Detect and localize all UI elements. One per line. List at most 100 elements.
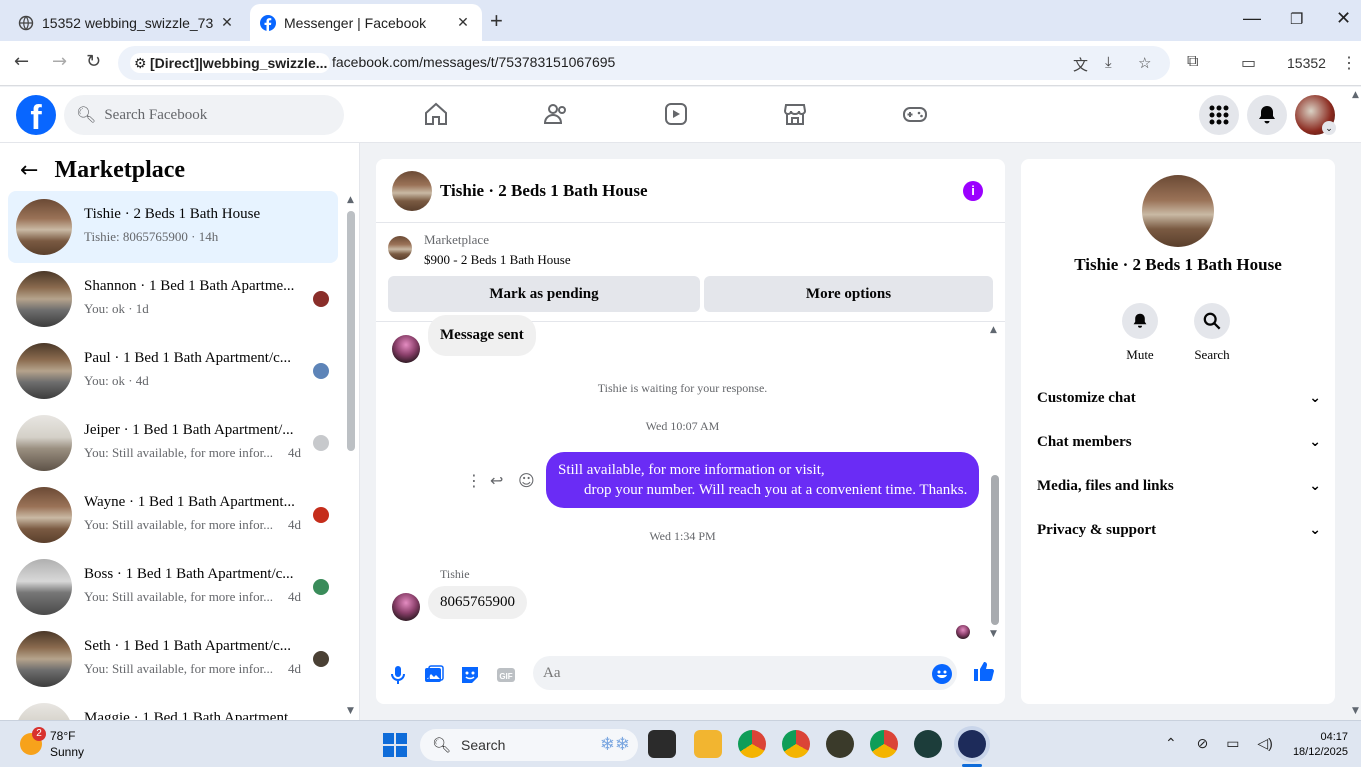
- mark-as-pending-button[interactable]: Mark as pending: [388, 276, 700, 312]
- new-tab-button[interactable]: +: [490, 8, 503, 34]
- menu-grid-icon[interactable]: [1199, 95, 1239, 135]
- react-emoji-icon[interactable]: ☺: [518, 471, 535, 490]
- conversation-time: 4d: [288, 517, 301, 532]
- chrome-icon[interactable]: [738, 730, 766, 758]
- close-tab-icon[interactable]: ✕: [454, 14, 472, 31]
- microphone-icon[interactable]: [387, 664, 409, 686]
- friends-icon[interactable]: [543, 101, 569, 127]
- close-window-icon[interactable]: ✕: [1336, 8, 1351, 29]
- scroll-down-arrow-icon[interactable]: ▼: [990, 629, 997, 639]
- chrome-profile-icon[interactable]: [870, 730, 898, 758]
- scroll-down-arrow-icon[interactable]: ▼: [347, 706, 354, 716]
- bookmark-star-icon[interactable]: ☆: [1138, 54, 1151, 72]
- marketplace-icon[interactable]: [782, 101, 808, 127]
- show-hidden-icons-icon[interactable]: ⌃: [1165, 735, 1177, 751]
- message-input[interactable]: [533, 656, 957, 690]
- chat-members-section[interactable]: Chat members ⌄: [1037, 434, 1321, 462]
- more-actions-icon[interactable]: ⋮: [466, 471, 482, 490]
- chat-avatar[interactable]: [392, 171, 432, 211]
- notifications-bell-icon[interactable]: [1247, 95, 1287, 135]
- bell-icon: [1122, 303, 1158, 339]
- like-thumbs-up-icon[interactable]: [972, 660, 994, 682]
- volume-icon[interactable]: ◁): [1257, 735, 1272, 751]
- page-scroll-up-icon[interactable]: ▲: [1352, 90, 1359, 100]
- listing-title[interactable]: $900 - 2 Beds 1 Bath House: [424, 252, 571, 268]
- conversation-item[interactable]: Jeiper · 1 Bed 1 Bath Apartment/... You:…: [8, 407, 338, 479]
- taskbar-search[interactable]: 🔍︎ Search ❄❄: [420, 729, 638, 761]
- restore-icon[interactable]: ❐: [1290, 10, 1303, 28]
- message-composer: GIF: [376, 656, 1005, 696]
- page-scroll-down-icon[interactable]: ▼: [1352, 706, 1359, 716]
- conversation-name: Jeiper · 1 Bed 1 Bath Apartment/...: [84, 422, 294, 438]
- conversation-list-scrollbar[interactable]: [347, 211, 355, 451]
- conversation-preview: You: ok · 4d: [84, 373, 149, 388]
- tab-active[interactable]: Messenger | Facebook ✕: [250, 4, 482, 41]
- tab-search-icon[interactable]: ▭: [1241, 53, 1256, 73]
- listing-thumbnail: [16, 703, 72, 720]
- search-button[interactable]: Search: [1182, 303, 1242, 363]
- reload-icon[interactable]: ↻: [86, 51, 101, 72]
- back-arrow-icon[interactable]: ←: [20, 158, 38, 183]
- outgoing-message[interactable]: Still available, for more information or…: [546, 452, 980, 508]
- conversation-item[interactable]: Seth · 1 Bed 1 Bath Apartment/c... You: …: [8, 623, 338, 695]
- conversation-item[interactable]: Shannon · 1 Bed 1 Bath Apartme... You: o…: [8, 263, 338, 335]
- site-info-chip[interactable]: ⚙ [Direct]|webbing_swizzle...: [130, 53, 330, 73]
- marketplace-listing-card: Marketplace $900 - 2 Beds 1 Bath House M…: [376, 224, 1005, 322]
- listing-thumbnail: [16, 271, 72, 327]
- file-explorer-icon[interactable]: [694, 730, 722, 758]
- app-icon[interactable]: [826, 730, 854, 758]
- facebook-search-field[interactable]: 🔍︎ Search Facebook: [64, 95, 344, 135]
- customize-chat-section[interactable]: Customize chat ⌄: [1037, 390, 1321, 418]
- read-receipt-avatar: [313, 363, 329, 379]
- more-options-button[interactable]: More options: [704, 276, 993, 312]
- minimize-icon[interactable]: —: [1243, 8, 1261, 29]
- home-icon[interactable]: [423, 101, 449, 127]
- mute-button[interactable]: Mute: [1110, 303, 1170, 363]
- display-icon[interactable]: ▭: [1226, 735, 1239, 751]
- emoji-icon[interactable]: [932, 664, 952, 684]
- clock-time: 04:17: [1320, 731, 1348, 743]
- incoming-message[interactable]: 8065765900: [428, 586, 527, 619]
- sticker-icon[interactable]: [459, 664, 481, 686]
- scroll-up-arrow-icon[interactable]: ▲: [347, 195, 354, 205]
- forward-arrow-icon[interactable]: →: [52, 51, 67, 72]
- scroll-up-arrow-icon[interactable]: ▲: [990, 325, 997, 335]
- privacy-support-section[interactable]: Privacy & support ⌄: [1037, 522, 1321, 550]
- media-files-links-section[interactable]: Media, files and links ⌄: [1037, 478, 1321, 506]
- chat-title[interactable]: Tishie · 2 Beds 1 Bath House: [440, 181, 648, 201]
- conversation-item[interactable]: Tishie · 2 Beds 1 Bath House Tishie: 806…: [8, 191, 338, 263]
- close-tab-icon[interactable]: ✕: [218, 14, 236, 31]
- info-icon[interactable]: i: [963, 181, 983, 201]
- conversation-item[interactable]: Maggie · 1 Bed 1 Bath Apartment/c...: [8, 695, 338, 720]
- chat-scrollbar[interactable]: [991, 475, 999, 625]
- photo-icon[interactable]: [423, 664, 445, 686]
- network-off-icon[interactable]: ⊘: [1197, 735, 1209, 751]
- gaming-icon[interactable]: [902, 101, 928, 127]
- task-view-icon[interactable]: [648, 730, 676, 758]
- site-chip-label: [Direct]|webbing_swizzle...: [150, 55, 328, 71]
- profile-label[interactable]: 15352: [1287, 55, 1326, 71]
- translate-icon[interactable]: 文: [1073, 54, 1088, 75]
- search-placeholder: Search Facebook: [104, 106, 208, 123]
- menu-kebab-icon[interactable]: ⋮: [1341, 53, 1357, 73]
- conversation-item[interactable]: Paul · 1 Bed 1 Bath Apartment/c... You: …: [8, 335, 338, 407]
- incoming-message[interactable]: Message sent: [428, 315, 536, 356]
- video-icon[interactable]: [663, 101, 689, 127]
- tab-inactive[interactable]: 15352 webbing_swizzle_73 ✕: [8, 4, 246, 41]
- extensions-icon[interactable]: ⧉: [1187, 53, 1198, 71]
- sender-name: Tishie: [440, 567, 470, 581]
- omnibox[interactable]: ⚙ [Direct]|webbing_swizzle... facebook.c…: [118, 46, 1170, 80]
- install-app-icon[interactable]: ⤓: [1105, 54, 1112, 71]
- windows-start-icon[interactable]: [383, 733, 407, 757]
- system-clock[interactable]: 04:17 18/12/2025: [1290, 730, 1348, 760]
- chrome-profile-icon[interactable]: [782, 730, 810, 758]
- conversation-item[interactable]: Wayne · 1 Bed 1 Bath Apartment... You: S…: [8, 479, 338, 551]
- account-chevron-icon[interactable]: ⌄: [1322, 121, 1336, 135]
- reply-icon[interactable]: ↩: [490, 471, 503, 490]
- app-15352-icon[interactable]: [958, 730, 986, 758]
- conversation-item[interactable]: Boss · 1 Bed 1 Bath Apartment/c... You: …: [8, 551, 338, 623]
- app-15374-icon[interactable]: [914, 730, 942, 758]
- facebook-logo-icon[interactable]: f: [16, 95, 56, 135]
- back-arrow-icon[interactable]: ←: [14, 51, 29, 72]
- gif-icon[interactable]: GIF: [495, 664, 517, 686]
